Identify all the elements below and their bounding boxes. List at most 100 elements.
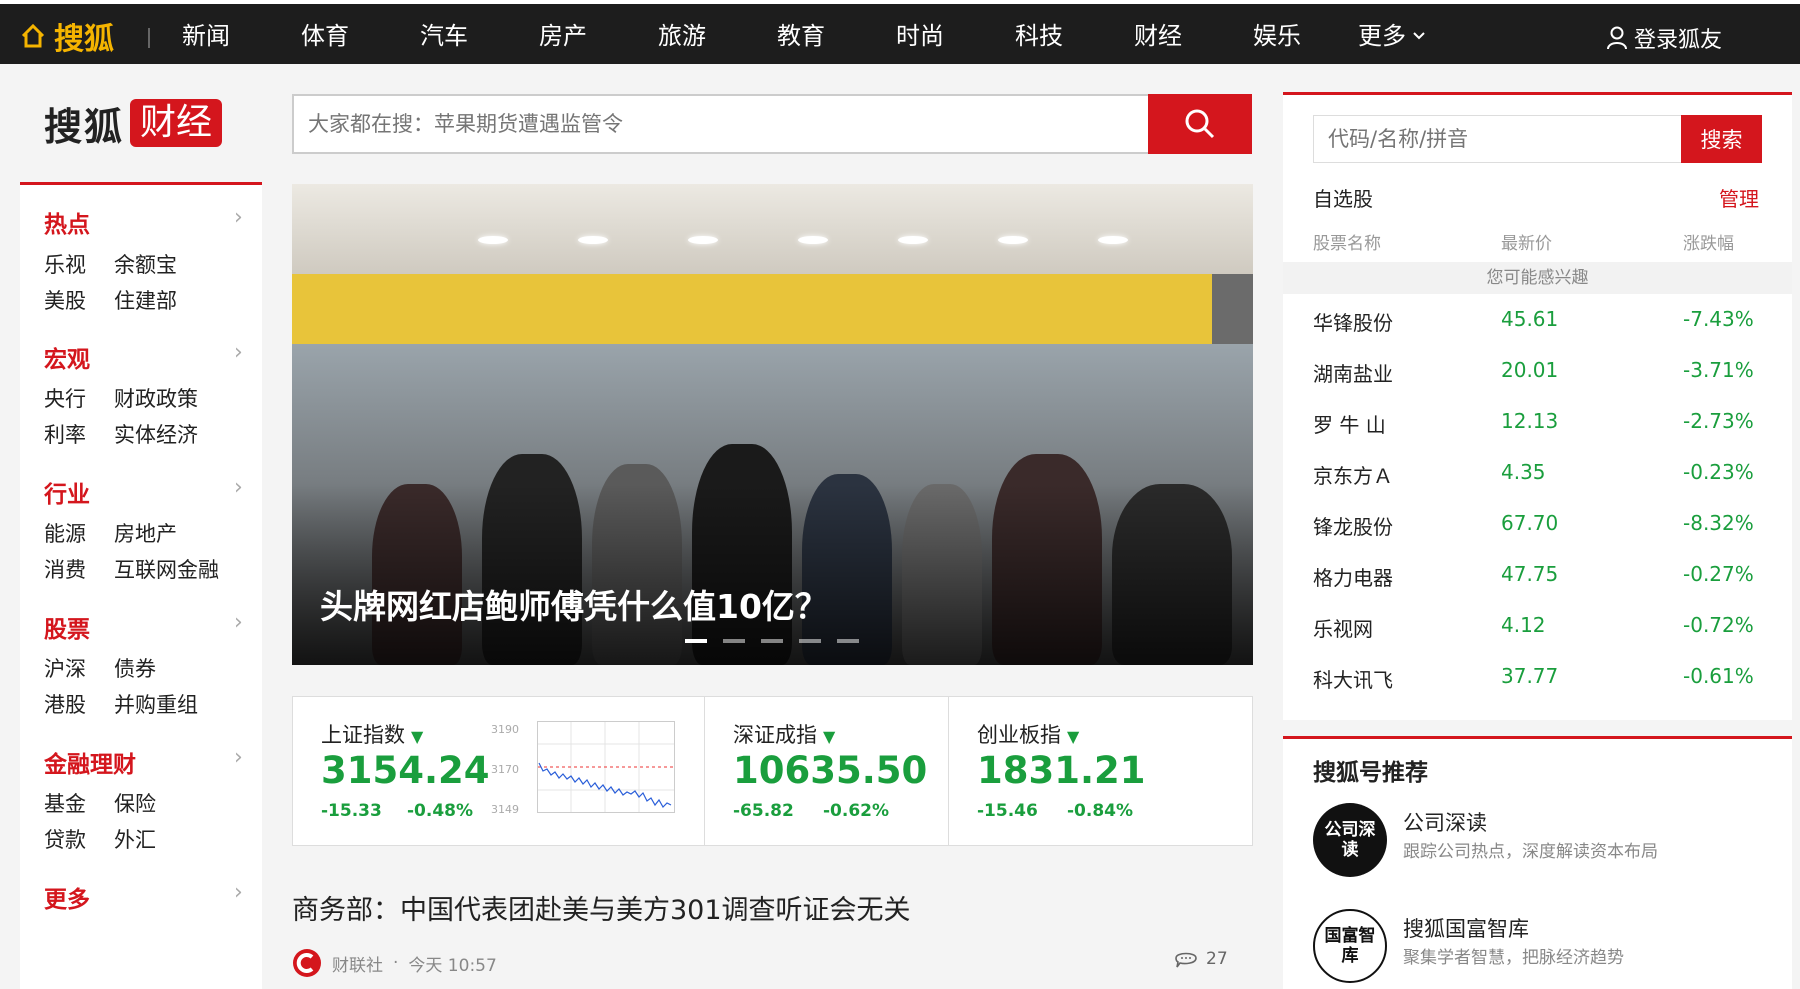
nav-more-label: 更多 <box>1358 22 1406 50</box>
stock-name: 京东方Ａ <box>1313 464 1393 488</box>
stock-row[interactable]: 京东方Ａ 4.35 -0.23% <box>1313 454 1773 494</box>
sub-link[interactable]: 消费 <box>44 554 86 584</box>
news-source[interactable]: 财联社 <box>332 951 383 976</box>
sub-link[interactable]: 贷款 <box>44 824 86 854</box>
hero-image-detail <box>998 236 1028 244</box>
nav-item-tech[interactable]: 科技 <box>1015 20 1063 52</box>
carousel-dot[interactable] <box>837 639 859 643</box>
sub-link[interactable]: 并购重组 <box>114 689 198 719</box>
account-item[interactable]: 国富智库 搜狐国富智库 聚集学者智慧，把脉经济趋势 <box>1313 909 1773 989</box>
category-more[interactable]: 更多 <box>44 880 90 914</box>
sub-link[interactable]: 基金 <box>44 788 86 818</box>
nav-item-auto[interactable]: 汽车 <box>420 20 468 52</box>
logo-text: 搜狐 <box>54 22 114 57</box>
chevron-right-icon[interactable]: › <box>234 880 243 905</box>
news-meta: 财联社 · 今天 10:57 <box>292 948 497 978</box>
nav-item-finance[interactable]: 财经 <box>1134 20 1182 52</box>
login-label: 登录狐友 <box>1634 28 1723 53</box>
source-logo-icon <box>293 949 321 977</box>
stock-name: 格力电器 <box>1313 566 1393 590</box>
stock-row[interactable]: 华锋股份 45.61 -7.43% <box>1313 301 1773 341</box>
stock-change: -7.43% <box>1683 307 1754 331</box>
index-card-shanghai[interactable]: 上证指数 ▼ 3154.24 -15.33 -0.48% 3190 3170 31… <box>292 696 705 846</box>
category-stocks[interactable]: 股票 <box>44 610 90 644</box>
news-headline[interactable]: 商务部：中国代表团赴美与美方301调查听证会无关 <box>292 888 911 927</box>
index-card-shenzhen[interactable]: 深证成指 ▼ 10635.50 -65.82 -0.62% <box>704 696 949 846</box>
search-input[interactable] <box>294 96 1150 152</box>
hero-carousel[interactable]: 头牌网红店鲍师傅凭什么值10亿？ <box>292 184 1253 665</box>
carousel-dot[interactable] <box>723 639 745 643</box>
index-card-chinext[interactable]: 创业板指 ▼ 1831.21 -15.46 -0.84% <box>948 696 1253 846</box>
stock-row[interactable]: 科大讯飞 37.77 -0.61% <box>1313 658 1773 698</box>
index-name-text: 上证指数 <box>321 723 405 747</box>
chevron-right-icon[interactable]: › <box>234 475 243 500</box>
search-button[interactable] <box>1148 94 1252 154</box>
nav-item-news[interactable]: 新闻 <box>182 20 230 52</box>
sub-link[interactable]: 住建部 <box>114 285 177 315</box>
stock-row[interactable]: 罗 牛 山 12.13 -2.73% <box>1313 403 1773 443</box>
stock-change: -0.61% <box>1683 664 1754 688</box>
index-value: 3154.24 <box>321 749 490 792</box>
sub-link[interactable]: 实体经济 <box>114 419 198 449</box>
category-hot[interactable]: 热点 <box>44 205 90 239</box>
nav-item-fashion[interactable]: 时尚 <box>896 20 944 52</box>
sub-link[interactable]: 保险 <box>114 788 156 818</box>
sub-link[interactable]: 沪深 <box>44 653 86 683</box>
category-wealth[interactable]: 金融理财 <box>44 745 136 779</box>
sub-link[interactable]: 利率 <box>44 419 86 449</box>
stock-price: 47.75 <box>1501 562 1559 586</box>
chevron-right-icon[interactable]: › <box>234 745 243 770</box>
chevron-right-icon[interactable]: › <box>234 205 243 230</box>
category-macro[interactable]: 宏观 <box>44 340 90 374</box>
stock-row[interactable]: 锋龙股份 67.70 -8.32% <box>1313 505 1773 545</box>
account-item[interactable]: 公司深读 公司深读 跟踪公司热点，深度解读资本布局 <box>1313 803 1773 883</box>
nav-item-more[interactable]: 更多 <box>1358 20 1426 52</box>
stock-name: 乐视网 <box>1313 617 1373 641</box>
meta-dot: · <box>393 953 399 973</box>
interest-label: 您可能感兴趣 <box>1283 262 1792 294</box>
hero-caption[interactable]: 头牌网红店鲍师傅凭什么值10亿？ <box>320 580 828 628</box>
sub-link[interactable]: 美股 <box>44 285 86 315</box>
nav-item-entertainment[interactable]: 娱乐 <box>1253 20 1301 52</box>
sub-link[interactable]: 互联网金融 <box>114 554 219 584</box>
news-time: 今天 10:57 <box>408 955 497 976</box>
nav-item-travel[interactable]: 旅游 <box>658 20 706 52</box>
stock-price: 37.77 <box>1501 664 1559 688</box>
manage-link[interactable]: 管理 <box>1719 183 1759 212</box>
stock-row[interactable]: 乐视网 4.12 -0.72% <box>1313 607 1773 647</box>
sub-link[interactable]: 能源 <box>44 518 86 548</box>
carousel-dot[interactable] <box>761 639 783 643</box>
sub-link[interactable]: 乐视 <box>44 249 86 279</box>
stock-name: 湖南盐业 <box>1313 362 1393 386</box>
intraday-minichart <box>537 721 675 813</box>
sub-link[interactable]: 余额宝 <box>114 249 177 279</box>
hero-image-detail <box>292 484 1253 665</box>
nav-item-education[interactable]: 教育 <box>777 20 825 52</box>
chevron-right-icon[interactable]: › <box>234 340 243 365</box>
nav-item-house[interactable]: 房产 <box>539 20 587 52</box>
news-comments[interactable]: 27 <box>1174 948 1228 970</box>
nav-item-sports[interactable]: 体育 <box>301 20 349 52</box>
sub-link[interactable]: 央行 <box>44 383 86 413</box>
index-name-text: 创业板指 <box>977 723 1061 747</box>
sub-link[interactable]: 港股 <box>44 689 86 719</box>
stock-search-button[interactable]: 搜索 <box>1681 115 1762 163</box>
down-triangle-icon: ▼ <box>411 727 424 746</box>
stock-price: 12.13 <box>1501 409 1559 433</box>
stock-row[interactable]: 湖南盐业 20.01 -3.71% <box>1313 352 1773 392</box>
stock-search-input[interactable] <box>1314 116 1682 162</box>
sub-link[interactable]: 外汇 <box>114 824 156 854</box>
account-name: 公司深读 <box>1403 811 1487 835</box>
stock-row[interactable]: 格力电器 47.75 -0.27% <box>1313 556 1773 596</box>
carousel-dot[interactable] <box>799 639 821 643</box>
account-name: 搜狐国富智库 <box>1403 917 1529 941</box>
carousel-dot[interactable] <box>685 639 707 643</box>
sub-link[interactable]: 房地产 <box>114 518 177 548</box>
sohu-finance-logo[interactable]: 搜狐 财经 <box>44 98 223 149</box>
login-link[interactable]: 登录狐友 <box>1606 22 1722 54</box>
category-industry[interactable]: 行业 <box>44 475 90 509</box>
sub-link[interactable]: 财政政策 <box>114 383 198 413</box>
sohu-logo[interactable]: 搜狐 <box>20 16 114 57</box>
sub-link[interactable]: 债券 <box>114 653 156 683</box>
chevron-right-icon[interactable]: › <box>234 610 243 635</box>
